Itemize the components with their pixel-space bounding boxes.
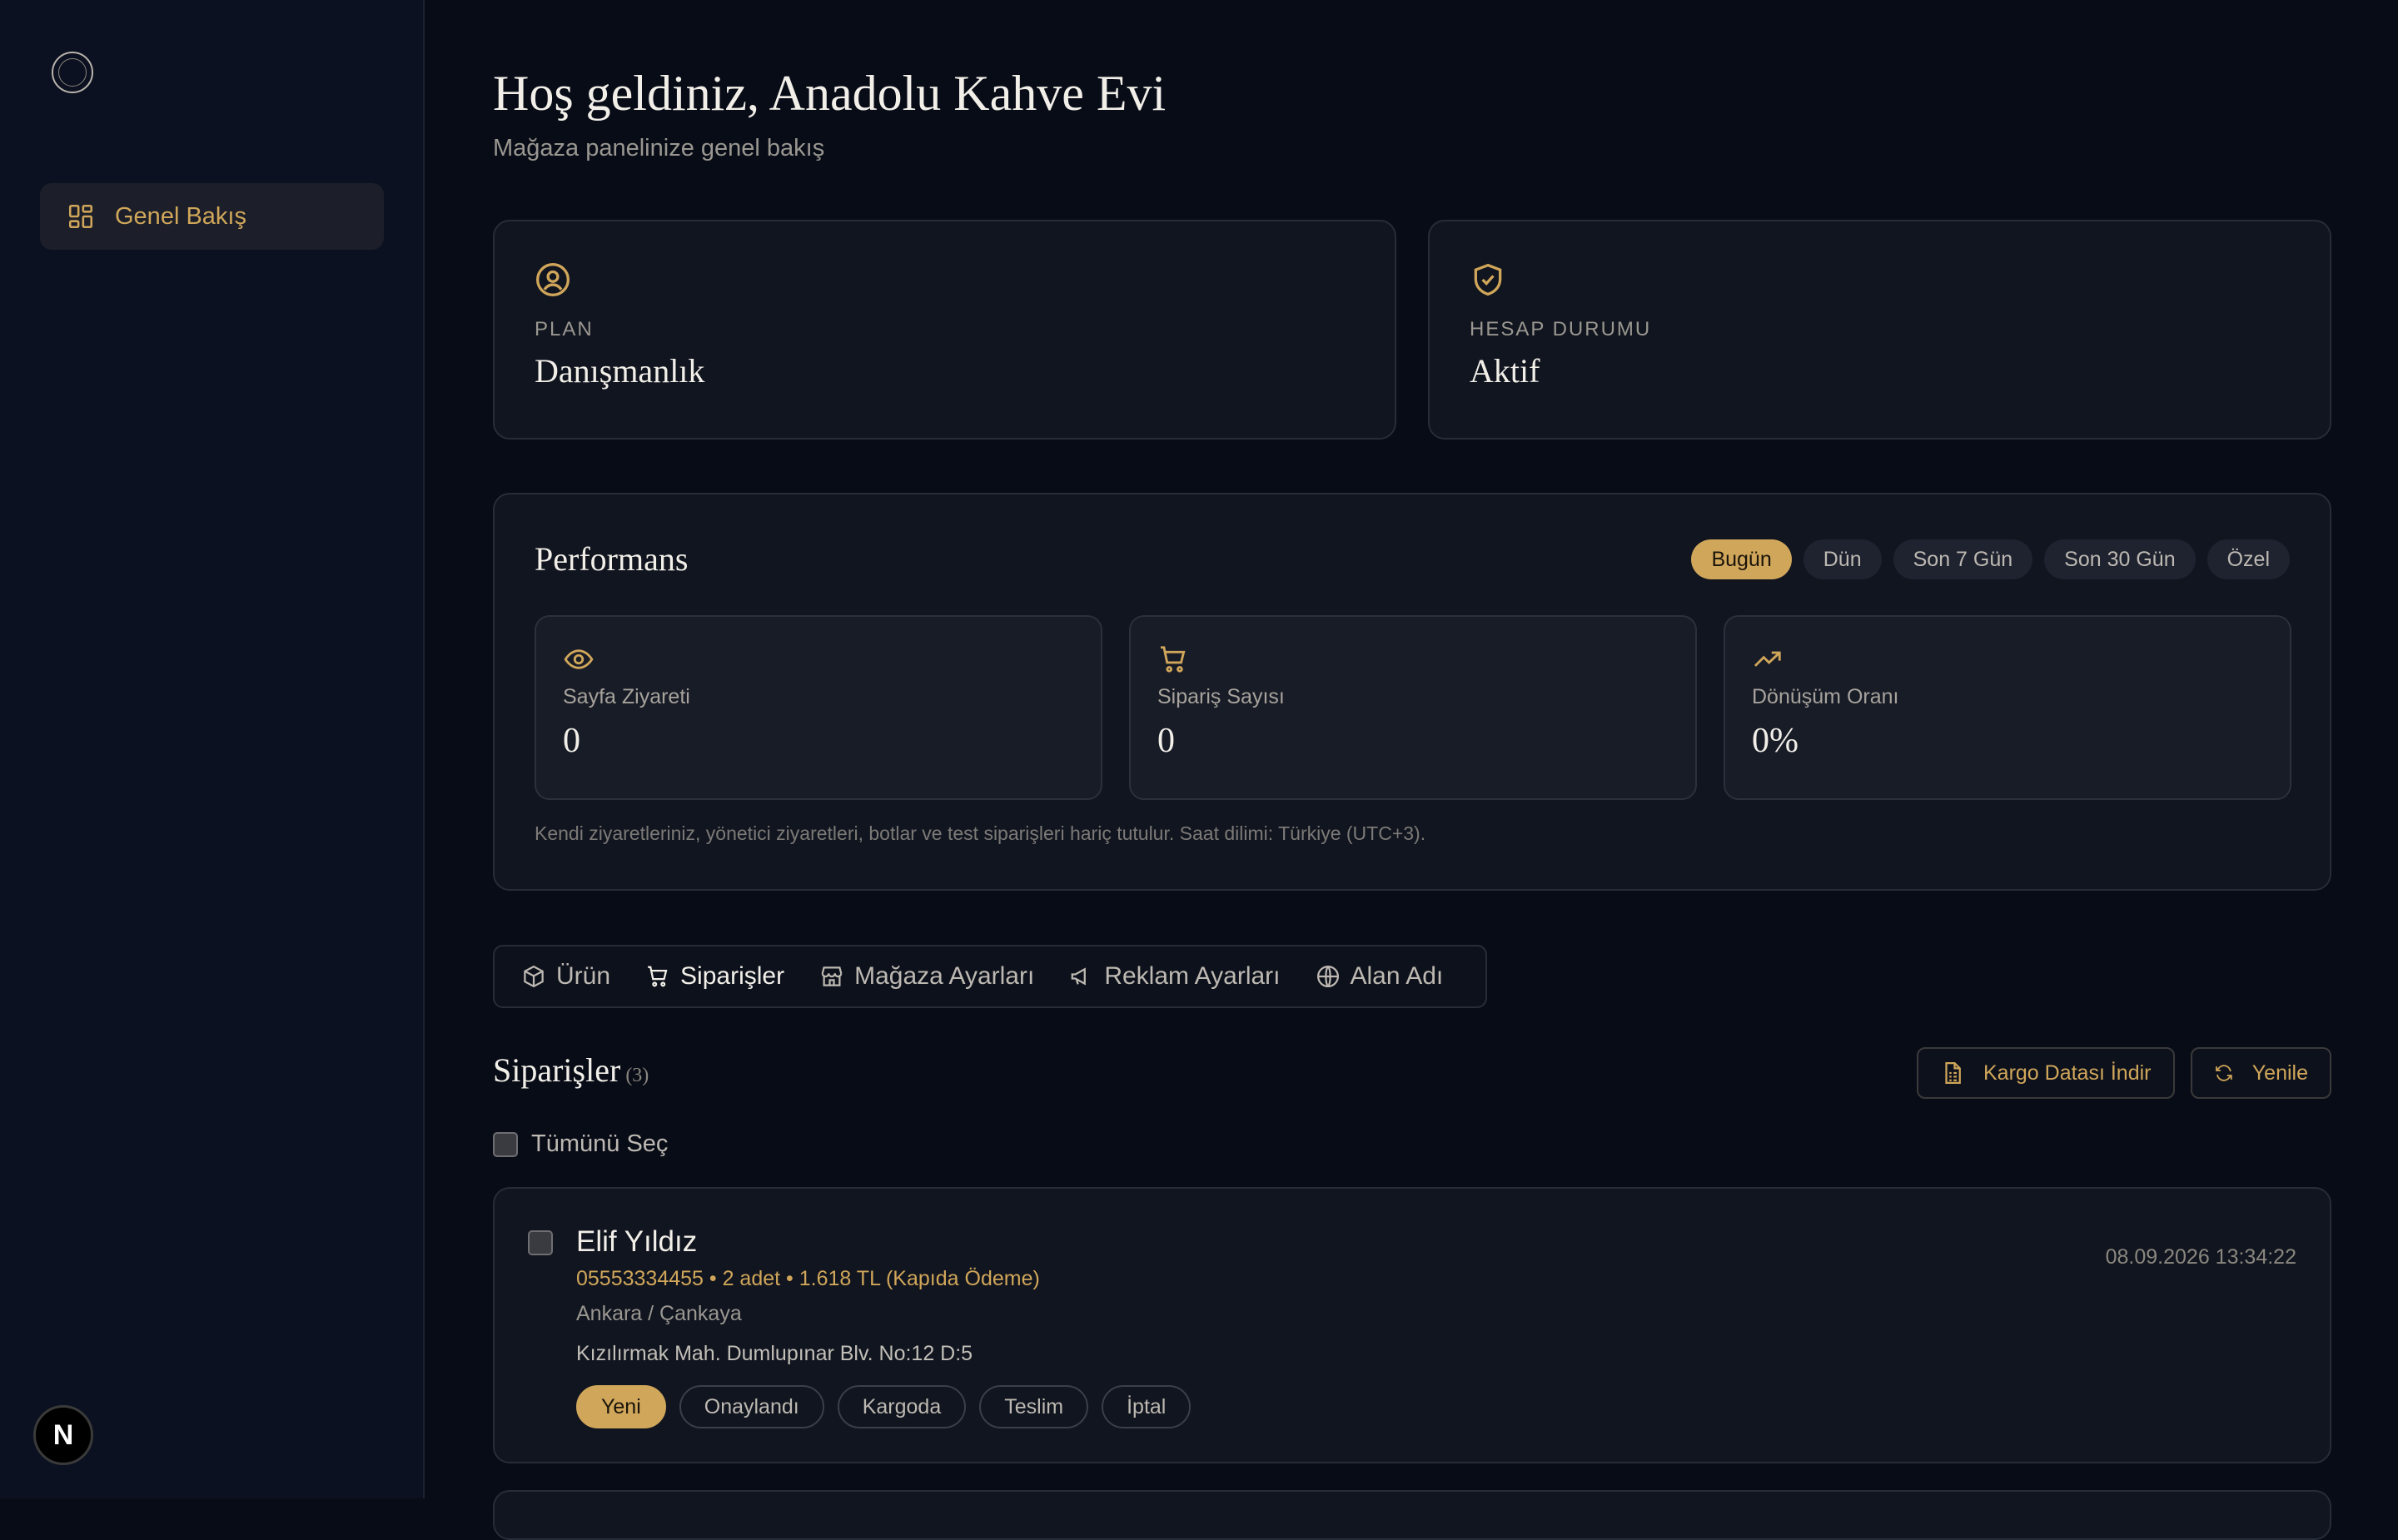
order-checkbox[interactable] (528, 1230, 553, 1255)
dashboard-tabs: Ürün Siparişler Mağaza Ayarları Reklam A… (493, 945, 1487, 1008)
order-summary: 05553334455 • 2 adet • 1.618 TL (Kapıda … (576, 1267, 1040, 1290)
plan-label: PLAN (535, 318, 594, 340)
cart-icon (648, 966, 668, 987)
tab-store-settings[interactable]: Mağaza Ayarları (819, 962, 1034, 991)
orders-title-text: Siparişler (493, 1051, 621, 1089)
customer-name: Elif Yıldız (576, 1225, 698, 1258)
store-icon (821, 966, 843, 986)
megaphone-icon (1071, 967, 1087, 986)
metric-value: 0 (563, 722, 580, 760)
download-label: Kargo Datası İndir (1983, 1061, 2152, 1085)
metric-label: Sipariş Sayısı (1157, 685, 1285, 708)
brand-logo[interactable] (52, 52, 93, 93)
orders-title: Siparişler (3) (493, 1051, 649, 1090)
order-card-next (493, 1490, 2331, 1540)
user-circle-icon (536, 263, 570, 296)
date-range-selector: Bugün Dün Son 7 Gün Son 30 Gün Özel (1691, 539, 2290, 579)
plan-card: PLAN Danışmanlık (493, 220, 1396, 440)
metric-label: Sayfa Ziyareti (563, 685, 690, 708)
select-all[interactable]: Tümünü Seç (493, 1130, 668, 1158)
status-shipped[interactable]: Kargoda (837, 1385, 967, 1428)
shield-check-icon (1474, 263, 1502, 296)
account-status-card: HESAP DURUMU Aktif (1428, 220, 2331, 440)
tab-label: Siparişler (680, 962, 785, 990)
page-title: Hoş geldiniz, Anadolu Kahve Evi (493, 66, 1167, 121)
tab-ad-settings[interactable]: Reklam Ayarları (1069, 962, 1281, 991)
order-card: Elif Yıldız 05553334455 • 2 adet • 1.618… (493, 1187, 2331, 1463)
dashboard-icon (68, 204, 93, 229)
range-today[interactable]: Bugün (1691, 539, 1792, 579)
order-city: Ankara / Çankaya (576, 1302, 742, 1325)
sidebar: Genel Bakış N (0, 0, 425, 1498)
box-icon (524, 965, 544, 988)
tab-label: Alan Adı (1350, 962, 1444, 990)
status-confirmed[interactable]: Onaylandı (679, 1385, 824, 1428)
select-all-label: Tümünü Seç (531, 1130, 669, 1157)
tab-label: Reklam Ayarları (1104, 962, 1281, 990)
page-subtitle: Mağaza panelinize genel bakış (493, 135, 825, 161)
status-cancelled[interactable]: İptal (1102, 1385, 1192, 1428)
performance-panel: Performans Bugün Dün Son 7 Gün Son 30 Gü… (493, 493, 2331, 891)
metric-value: 0 (1157, 722, 1175, 760)
tab-label: Ürün (556, 962, 611, 990)
order-status-group: Yeni Onaylandı Kargoda Teslim İptal (576, 1385, 1192, 1428)
select-all-checkbox[interactable] (493, 1131, 518, 1157)
status-delivered[interactable]: Teslim (979, 1385, 1089, 1428)
range-30-days[interactable]: Son 30 Gün (2044, 539, 2196, 579)
tab-products[interactable]: Ürün (521, 962, 610, 991)
metric-order-count: Sipariş Sayısı 0 (1129, 615, 1697, 800)
metric-label: Dönüşüm Oranı (1752, 685, 1899, 708)
range-yesterday[interactable]: Dün (1803, 539, 1882, 579)
order-address: Kızılırmak Mah. Dumlupınar Blv. No:12 D:… (576, 1342, 973, 1365)
sidebar-item-overview[interactable]: Genel Bakış (40, 183, 384, 250)
tab-domain[interactable]: Alan Adı (1316, 962, 1444, 991)
metric-value: 0% (1752, 722, 1798, 760)
metric-conversion-rate: Dönüşüm Oranı 0% (1724, 615, 2291, 800)
orders-count: (3) (625, 1065, 649, 1086)
globe-icon (1316, 966, 1339, 987)
account-status-value: Aktif (1470, 352, 1540, 390)
refresh-button[interactable]: Yenile (2191, 1047, 2331, 1099)
status-new[interactable]: Yeni (576, 1385, 666, 1428)
tab-label: Mağaza Ayarları (854, 962, 1035, 990)
download-shipping-data-button[interactable]: Kargo Datası İndir (1917, 1047, 2175, 1099)
file-spreadsheet-icon (1945, 1062, 1961, 1084)
trending-up-icon (1754, 651, 1781, 667)
performance-note: Kendi ziyaretleriniz, yönetici ziyaretle… (535, 822, 1426, 844)
order-date: 08.09.2026 13:34:22 (2105, 1245, 2296, 1269)
performance-title: Performans (535, 540, 689, 578)
account-status-label: HESAP DURUMU (1470, 318, 1652, 340)
plan-value: Danışmanlık (535, 352, 705, 390)
eye-icon (564, 649, 594, 669)
tab-orders[interactable]: Siparişler (645, 962, 784, 991)
sidebar-item-label: Genel Bakış (115, 202, 246, 230)
dev-badge[interactable]: N (33, 1405, 93, 1465)
range-7-days[interactable]: Son 7 Gün (1893, 539, 2033, 579)
cart-icon (1160, 646, 1186, 673)
refresh-icon (2216, 1065, 2232, 1081)
refresh-label: Yenile (2251, 1061, 2308, 1085)
range-custom[interactable]: Özel (2206, 539, 2290, 579)
metric-page-visits: Sayfa Ziyareti 0 (535, 615, 1102, 800)
